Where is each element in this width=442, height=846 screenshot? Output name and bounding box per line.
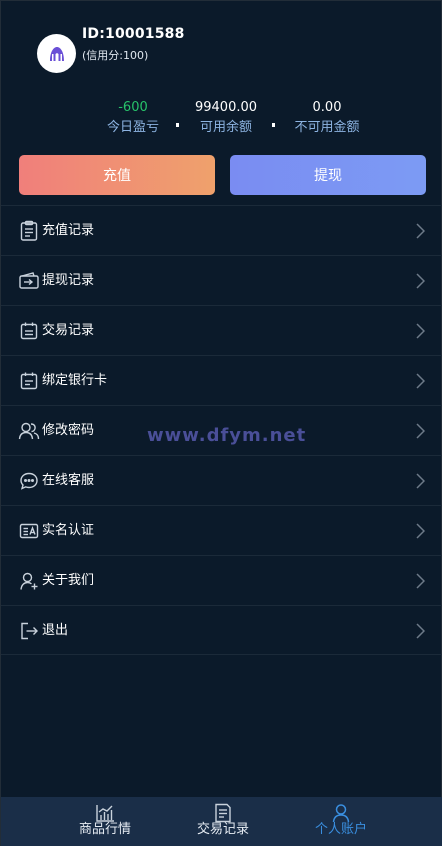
chevron-right-icon	[416, 623, 425, 639]
logout-icon	[18, 620, 40, 642]
menu-item-trade-records[interactable]: 交易记录	[1, 305, 442, 355]
menu-label: 实名认证	[42, 523, 95, 538]
user-add-icon	[18, 570, 40, 592]
chevron-right-icon	[416, 523, 425, 539]
unavailable-balance-value: 0.00	[312, 100, 342, 115]
unavailable-balance-label: 不可用金额	[294, 120, 360, 135]
user-id: ID:10001588	[82, 26, 185, 42]
menu-label: 提现记录	[42, 273, 95, 288]
chevron-right-icon	[416, 423, 425, 439]
available-balance-label: 可用余额	[199, 120, 252, 135]
stat-unavailable-balance: 0.00 不可用金额	[287, 100, 367, 135]
tab-label: 个人账户	[314, 822, 367, 837]
available-balance-value: 99400.00	[194, 100, 258, 115]
bar-chart-icon	[96, 805, 114, 822]
chevron-right-icon	[416, 473, 425, 489]
logo-icon	[49, 46, 64, 61]
menu-item-online-service[interactable]: 在线客服	[1, 455, 442, 505]
chevron-right-icon	[416, 323, 425, 339]
app-frame: ID:10001588 (信用分:100) -600 今日盈亏 99400.00…	[0, 0, 442, 846]
today-profit-label: 今日盈亏	[106, 120, 159, 135]
document-icon	[215, 803, 231, 823]
bottom-tab-bar: 商品行情 交易记录 个人账户	[1, 797, 442, 846]
tab-market[interactable]: 商品行情	[60, 797, 150, 846]
wallet-transfer-icon	[18, 270, 40, 292]
menu-label: 交易记录	[42, 323, 95, 338]
menu-item-real-name-verification[interactable]: 实名认证	[1, 505, 442, 555]
chevron-right-icon	[416, 273, 425, 289]
menu-label: 在线客服	[42, 473, 95, 488]
calendar-list-icon	[18, 320, 40, 342]
credit-score: (信用分:100)	[82, 49, 149, 62]
separator-dot	[272, 123, 275, 127]
menu-label: 修改密码	[42, 423, 95, 438]
calendar-card-icon	[18, 370, 40, 392]
today-profit-value: -600	[118, 100, 148, 115]
menu-item-about-us[interactable]: 关于我们	[1, 555, 442, 605]
withdraw-button[interactable]: 提现	[230, 155, 426, 195]
stat-today-profit: -600 今日盈亏	[97, 100, 169, 135]
account-header: ID:10001588 (信用分:100) -600 今日盈亏 99400.00…	[1, 1, 442, 146]
menu-item-withdraw-records[interactable]: 提现记录	[1, 255, 442, 305]
tab-trade-records[interactable]: 交易记录	[178, 797, 268, 846]
menu-label: 退出	[42, 623, 69, 638]
recharge-button[interactable]: 充值	[19, 155, 215, 195]
stat-available-balance: 99400.00 可用余额	[189, 100, 263, 135]
menu-item-recharge-records[interactable]: 充值记录	[1, 205, 442, 255]
tab-label: 交易记录	[196, 822, 249, 837]
avatar[interactable]	[37, 34, 76, 73]
user-icon	[332, 804, 350, 823]
menu-item-bind-bank-card[interactable]: 绑定银行卡	[1, 355, 442, 405]
menu-label: 关于我们	[42, 573, 95, 588]
separator-dot	[176, 123, 179, 127]
users-icon	[18, 420, 40, 442]
chat-bubble-icon	[18, 470, 40, 492]
menu-label: 绑定银行卡	[42, 373, 108, 388]
id-card-icon	[18, 520, 40, 542]
menu-item-logout[interactable]: 退出	[1, 605, 442, 655]
watermark: www.dfym.net	[147, 425, 307, 446]
menu-label: 充值记录	[42, 223, 95, 238]
chevron-right-icon	[416, 223, 425, 239]
chevron-right-icon	[416, 373, 425, 389]
clipboard-icon	[18, 220, 40, 242]
tab-label: 商品行情	[78, 822, 131, 837]
chevron-right-icon	[416, 573, 425, 589]
tab-personal-account[interactable]: 个人账户	[296, 797, 386, 846]
